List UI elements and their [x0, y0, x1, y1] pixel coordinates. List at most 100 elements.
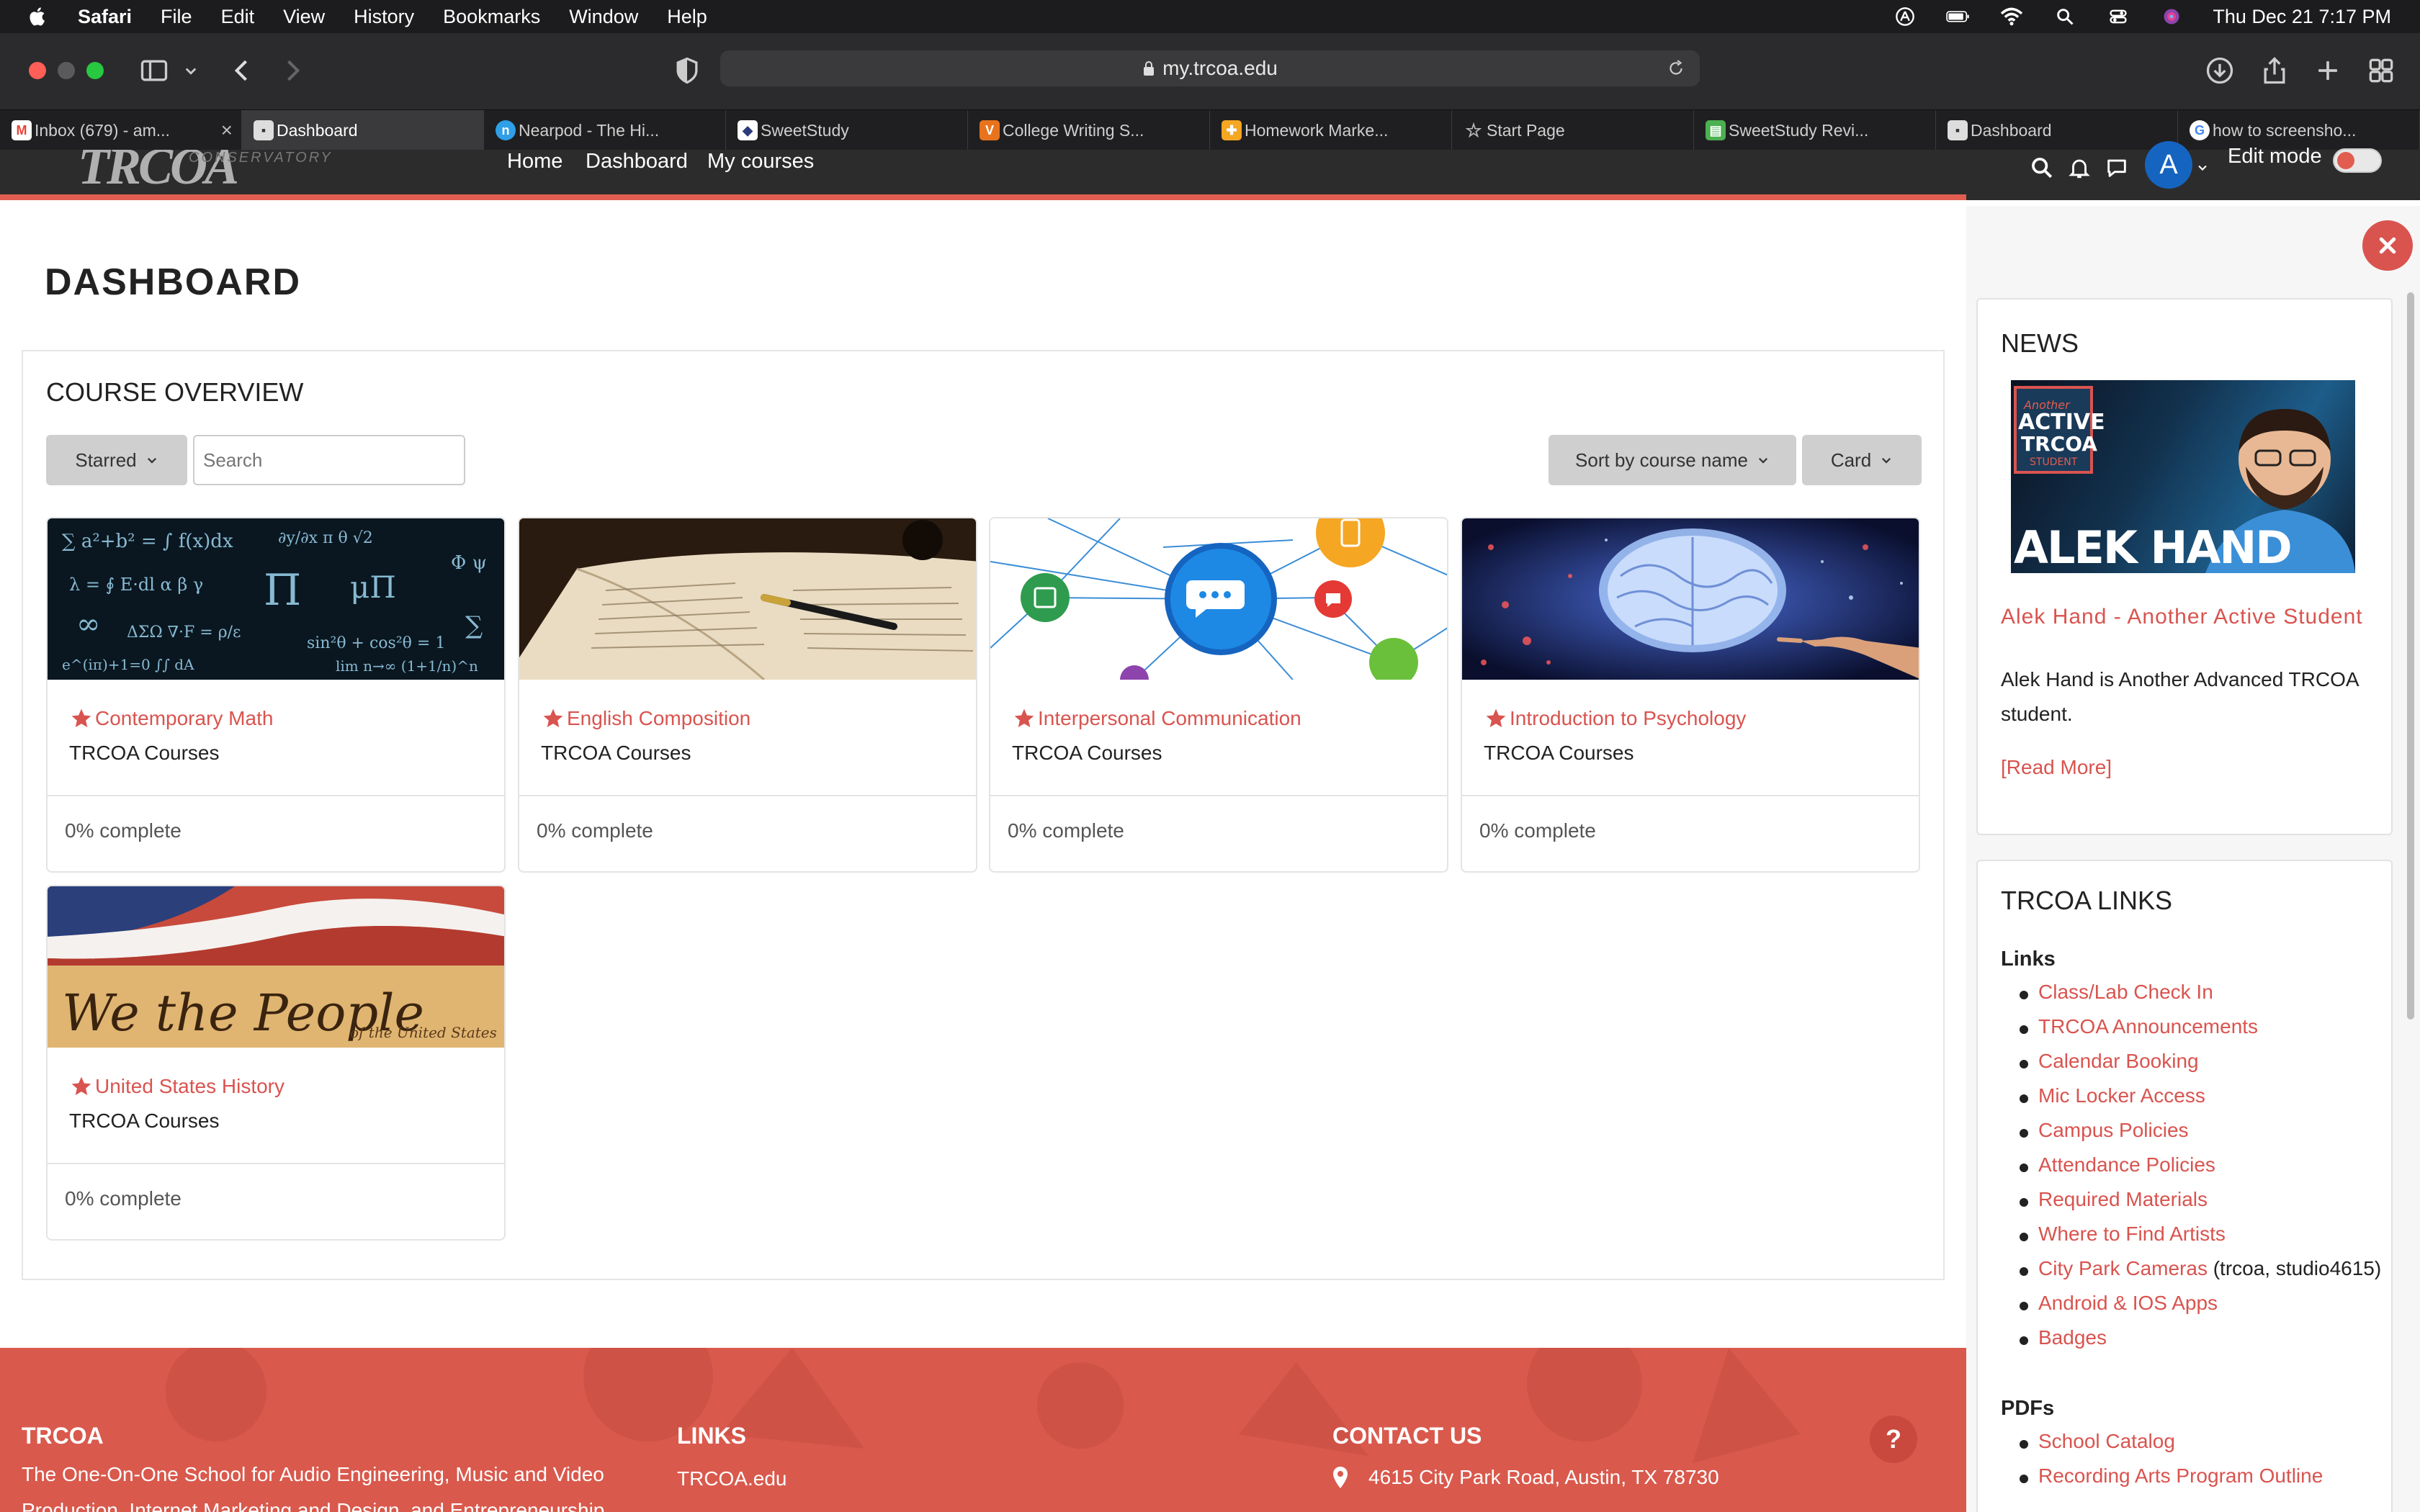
drawer-scrollbar[interactable] — [2407, 292, 2414, 1020]
course-name-link[interactable]: Interpersonal Communication — [1038, 707, 1301, 730]
link-calendar-booking[interactable]: Calendar Booking — [2038, 1050, 2199, 1073]
menu-app-name[interactable]: Safari — [78, 6, 132, 28]
link-city-park-cameras-text[interactable]: City Park Cameras — [2038, 1257, 2208, 1279]
chevron-down-icon[interactable] — [180, 55, 202, 86]
clock-text[interactable]: Thu Dec 21 7:17 PM — [2213, 6, 2391, 28]
siri-icon[interactable] — [2159, 6, 2184, 27]
accessibility-icon[interactable] — [1893, 6, 1917, 27]
zoom-window-button[interactable] — [86, 62, 104, 79]
battery-icon[interactable] — [1946, 6, 1971, 27]
course-category: TRCOA Courses — [1012, 742, 1162, 764]
tab-overview-icon[interactable] — [2365, 55, 2397, 86]
tab-label: Dashboard — [1971, 120, 2052, 140]
address-bar[interactable]: my.trcoa.edu — [720, 50, 1700, 86]
link-badges[interactable]: Badges — [2038, 1326, 2107, 1349]
link-required-materials[interactable]: Required Materials — [2038, 1188, 2208, 1211]
link-class-lab-check-in[interactable]: Class/Lab Check In — [2038, 981, 2213, 1004]
search-icon[interactable] — [2030, 156, 2054, 180]
downloads-icon[interactable] — [2204, 55, 2236, 86]
link-trcoa-announcements[interactable]: TRCOA Announcements — [2038, 1015, 2258, 1038]
star-icon[interactable] — [1012, 707, 1036, 730]
share-icon[interactable] — [2259, 55, 2290, 86]
course-card[interactable]: English Composition TRCOA Courses 0% com… — [518, 517, 977, 873]
news-image-caption: ALEK HAND — [2014, 521, 2291, 573]
link-school-catalog[interactable]: School Catalog — [2038, 1430, 2175, 1453]
course-name-link[interactable]: Contemporary Math — [95, 707, 273, 730]
view-dropdown[interactable]: Card — [1802, 435, 1922, 485]
lock-icon — [1144, 61, 1155, 76]
forward-icon[interactable] — [277, 55, 308, 86]
tab-sweetstudy[interactable]: ◆ SweetStudy — [726, 110, 968, 150]
tab-inbox[interactable]: M Inbox (679) - am... × — [0, 110, 242, 150]
back-icon[interactable] — [226, 55, 258, 86]
link-android-ios-apps[interactable]: Android & IOS Apps — [2038, 1292, 2218, 1315]
news-headline-link[interactable]: Alek Hand - Another Active Student — [2001, 605, 2363, 629]
avatar[interactable]: A — [2145, 141, 2192, 189]
close-window-button[interactable] — [29, 62, 46, 79]
sidebar-toggle-icon[interactable] — [138, 55, 170, 86]
course-image-psychology[interactable] — [1462, 518, 1919, 680]
menu-window[interactable]: Window — [569, 6, 638, 28]
tab-college-writing[interactable]: V College Writing S... — [968, 110, 1210, 150]
read-more-link[interactable]: [Read More] — [2001, 756, 2112, 779]
news-block: NEWS Another ACTIVE TRCOA STUDENT ALEK H… — [1976, 298, 2393, 835]
svg-text:∑: ∑ — [465, 611, 483, 640]
sort-dropdown[interactable]: Sort by course name — [1549, 435, 1796, 485]
link-attendance-policies[interactable]: Attendance Policies — [2038, 1153, 2215, 1176]
tab-nearpod[interactable]: n Nearpod - The Hi... — [484, 110, 726, 150]
course-search-input[interactable] — [193, 435, 465, 485]
menu-edit[interactable]: Edit — [221, 6, 255, 28]
footer-link-trcoa[interactable]: TRCOA.edu — [677, 1467, 787, 1490]
star-icon[interactable] — [541, 707, 565, 730]
course-card[interactable]: We the People of the United States Unite… — [46, 885, 506, 1241]
wifi-icon[interactable] — [1999, 6, 2024, 27]
menu-help[interactable]: Help — [667, 6, 707, 28]
minimize-window-button[interactable] — [58, 62, 75, 79]
bell-icon[interactable] — [2067, 156, 2092, 180]
course-image-communication[interactable] — [990, 518, 1447, 680]
tab-dashboard-2[interactable]: ▪ Dashboard — [1936, 110, 2178, 150]
star-icon[interactable] — [69, 707, 94, 730]
link-recording-arts-outline[interactable]: Recording Arts Program Outline — [2038, 1464, 2323, 1488]
course-name-link[interactable]: Introduction to Psychology — [1510, 707, 1746, 730]
menu-bookmarks[interactable]: Bookmarks — [443, 6, 540, 28]
tab-homework-market[interactable]: ✚ Homework Marke... — [1210, 110, 1452, 150]
control-center-icon[interactable] — [2106, 6, 2130, 27]
course-name-link[interactable]: United States History — [95, 1075, 284, 1098]
spotlight-search-icon[interactable] — [2053, 6, 2077, 27]
new-tab-icon[interactable] — [2312, 55, 2344, 86]
apple-menu-icon[interactable] — [27, 6, 49, 27]
chevron-down-icon[interactable] — [2195, 156, 2210, 180]
grouping-dropdown[interactable]: Starred — [46, 435, 187, 485]
tab-sweetstudy-review[interactable]: ▤ SweetStudy Revi... — [1694, 110, 1936, 150]
star-icon[interactable] — [69, 1075, 94, 1098]
course-name-link[interactable]: English Composition — [567, 707, 750, 730]
gmail-icon: M — [12, 120, 32, 140]
course-image-history[interactable]: We the People of the United States — [48, 886, 504, 1048]
menu-history[interactable]: History — [354, 6, 414, 28]
course-image-math[interactable]: ∑ a²+b² = ∫ f(x)dx ∂y/∂x π θ √2 λ = ∮ E·… — [48, 518, 504, 680]
edit-mode-toggle[interactable] — [2333, 148, 2382, 173]
news-image[interactable]: Another ACTIVE TRCOA STUDENT ALEK HAND — [2011, 380, 2355, 573]
star-icon[interactable] — [1484, 707, 1508, 730]
help-button[interactable]: ? — [1870, 1416, 1917, 1463]
close-tab-icon[interactable]: × — [221, 119, 233, 142]
course-card[interactable]: ∑ a²+b² = ∫ f(x)dx ∂y/∂x π θ √2 λ = ∮ E·… — [46, 517, 506, 873]
tab-dashboard[interactable]: ▪ Dashboard — [242, 110, 484, 150]
messages-icon[interactable] — [2105, 156, 2129, 180]
nav-home[interactable]: Home — [507, 150, 563, 174]
course-card[interactable]: Interpersonal Communication TRCOA Course… — [989, 517, 1448, 873]
link-mic-locker-access[interactable]: Mic Locker Access — [2038, 1084, 2205, 1107]
course-card[interactable]: Introduction to Psychology TRCOA Courses… — [1461, 517, 1920, 873]
privacy-shield-icon[interactable] — [671, 55, 703, 86]
menu-file[interactable]: File — [161, 6, 192, 28]
link-campus-policies[interactable]: Campus Policies — [2038, 1119, 2189, 1142]
nav-dashboard[interactable]: Dashboard — [586, 150, 688, 174]
nav-my-courses[interactable]: My courses — [707, 150, 814, 174]
menu-view[interactable]: View — [283, 6, 325, 28]
close-drawer-button[interactable] — [2362, 220, 2413, 271]
reload-icon[interactable] — [1667, 59, 1685, 78]
link-where-to-find-artists[interactable]: Where to Find Artists — [2038, 1223, 2226, 1246]
tab-start-page[interactable]: ☆ Start Page — [1452, 110, 1694, 150]
course-image-english[interactable] — [519, 518, 976, 680]
